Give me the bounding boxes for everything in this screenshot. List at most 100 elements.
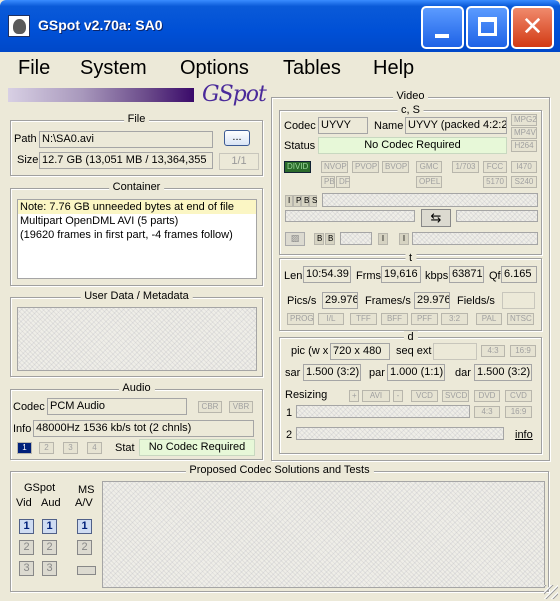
- vid-solution-1[interactable]: 1: [19, 519, 34, 534]
- path-label: Path: [14, 133, 37, 145]
- fcc-flag: FCC: [483, 161, 507, 173]
- frames-label: Frames/s: [365, 295, 411, 307]
- ms-solution-3[interactable]: [77, 566, 96, 575]
- par-field: 1.000 (1:1): [387, 364, 445, 381]
- resize-row-2-label: 2: [286, 429, 293, 441]
- frame-type-p: P: [293, 195, 301, 207]
- menu-help[interactable]: Help: [369, 55, 418, 81]
- container-group-title: Container: [108, 181, 165, 193]
- resize-cvd[interactable]: CVD: [505, 390, 532, 402]
- h264-tag: H264: [511, 140, 537, 152]
- vbr-button[interactable]: VBR: [229, 401, 253, 413]
- info-link[interactable]: info: [515, 429, 533, 441]
- video-codec-field: UYVY: [318, 117, 368, 134]
- ntsc-tag: NTSC: [507, 313, 534, 325]
- path-field[interactable]: N:\SA0.avi: [39, 131, 213, 148]
- nav-b-2[interactable]: B: [325, 233, 335, 245]
- sar-field: 1.500 (3:2): [303, 364, 361, 381]
- part-counter: 1/1: [219, 153, 259, 170]
- audio-stream-4[interactable]: 4: [87, 442, 102, 454]
- mp4v-tag: MP4V: [511, 127, 537, 139]
- video-cs-title: c, S: [397, 104, 424, 116]
- app-icon: [8, 15, 30, 37]
- video-name-field: UYVY (packed 4:2:2: [405, 117, 507, 134]
- audio-stat-field: No Codec Required: [139, 439, 255, 456]
- swap-arrows-icon[interactable]: ⇆: [421, 209, 451, 227]
- len-field: 10:54.39: [303, 266, 351, 283]
- userdata-area: [17, 307, 257, 371]
- ms-label: MS: [78, 484, 95, 496]
- menu-tables[interactable]: Tables: [279, 55, 345, 81]
- pics-label: Pics/s: [287, 295, 317, 307]
- gop-strip-right: [456, 210, 538, 222]
- resize-vcd[interactable]: VCD: [411, 390, 438, 402]
- resize-grip-icon[interactable]: [544, 585, 558, 599]
- close-icon: ✕: [521, 11, 544, 41]
- container-frames: (19620 frames in first part, -4 frames f…: [20, 229, 233, 241]
- size-field: 12.7 GB (13,051 MB / 13,364,355: [39, 152, 213, 169]
- resize-row-2: [296, 427, 504, 440]
- aud-solution-2[interactable]: 2: [42, 540, 57, 555]
- gop-strip-left: [285, 210, 415, 222]
- pic-field: 720 x 480: [330, 343, 390, 360]
- minimize-button[interactable]: [421, 6, 464, 49]
- browse-button[interactable]: ...: [224, 130, 250, 146]
- nav-strip-2: [412, 232, 538, 245]
- menu-file[interactable]: File: [14, 55, 54, 81]
- size-label: Size: [17, 154, 39, 166]
- nav-i-1[interactable]: I: [378, 233, 388, 245]
- logo-gradient-bar: [8, 88, 194, 102]
- video-status-label: Status: [284, 140, 316, 152]
- resize-avi[interactable]: AVI: [362, 390, 390, 402]
- cbr-button[interactable]: CBR: [198, 401, 222, 413]
- qf-label: Qf: [489, 270, 501, 282]
- menu-bar: File System Options Tables Help: [0, 52, 560, 84]
- aud-solution-1[interactable]: 1: [42, 519, 57, 534]
- gspot-label: GSpot: [24, 482, 56, 494]
- nav-i-2[interactable]: I: [399, 233, 409, 245]
- maximize-button[interactable]: [466, 6, 509, 49]
- frame-type-i: I: [285, 195, 293, 207]
- resizing-label: Resizing: [285, 389, 328, 401]
- ms-solution-2[interactable]: 2: [77, 540, 92, 555]
- frms-field: 19,616: [381, 266, 421, 283]
- divid-flag: DIVID: [284, 161, 311, 173]
- video-status-field: No Codec Required: [318, 137, 507, 154]
- window-title: GSpot v2.70a: SA0: [38, 17, 163, 33]
- frames-field: 29.976: [414, 292, 450, 309]
- aud-solution-3[interactable]: 3: [42, 561, 57, 576]
- resize-ar-16-9: 16:9: [505, 406, 532, 418]
- resize-svcd[interactable]: SVCD: [442, 390, 469, 402]
- container-info-box: Note: 7.76 GB unneeded bytes at end of f…: [17, 199, 257, 279]
- video-codec-label: Codec: [284, 120, 316, 132]
- audio-stream-2[interactable]: 2: [39, 442, 54, 454]
- il-tag: I/L: [318, 313, 344, 325]
- audio-group-title: Audio: [118, 382, 155, 394]
- vid-solution-3[interactable]: 3: [19, 561, 34, 576]
- minimize-icon: [435, 34, 449, 38]
- resize-minus[interactable]: -: [393, 390, 403, 402]
- menu-system[interactable]: System: [76, 55, 151, 81]
- image-icon[interactable]: ▨: [285, 232, 305, 246]
- aud-label: Aud: [41, 497, 61, 509]
- audio-stream-3[interactable]: 3: [63, 442, 78, 454]
- userdata-group-title: User Data / Metadata: [80, 290, 193, 302]
- resize-plus[interactable]: +: [349, 390, 359, 402]
- resize-dvd[interactable]: DVD: [474, 390, 500, 402]
- audio-codec-label: Codec: [13, 401, 45, 413]
- opel-flag: OPEL: [416, 176, 442, 188]
- vid-solution-2[interactable]: 2: [19, 540, 34, 555]
- video-group-title: Video: [392, 90, 429, 102]
- resize-row-1-label: 1: [286, 407, 293, 419]
- nav-strip-1: [340, 232, 372, 245]
- vid-label: Vid: [16, 497, 32, 509]
- menu-options[interactable]: Options: [176, 55, 253, 81]
- close-button[interactable]: ✕: [511, 6, 554, 49]
- nav-b-1[interactable]: B: [314, 233, 324, 245]
- audio-stream-1[interactable]: 1: [17, 442, 32, 454]
- ms-solution-1[interactable]: 1: [77, 519, 92, 534]
- proposed-solutions-area: [102, 481, 545, 588]
- ar-16-9-tag: 16:9: [510, 345, 536, 357]
- container-note: Note: 7.76 GB unneeded bytes at end of f…: [18, 200, 256, 214]
- video-d-title: d: [403, 331, 418, 343]
